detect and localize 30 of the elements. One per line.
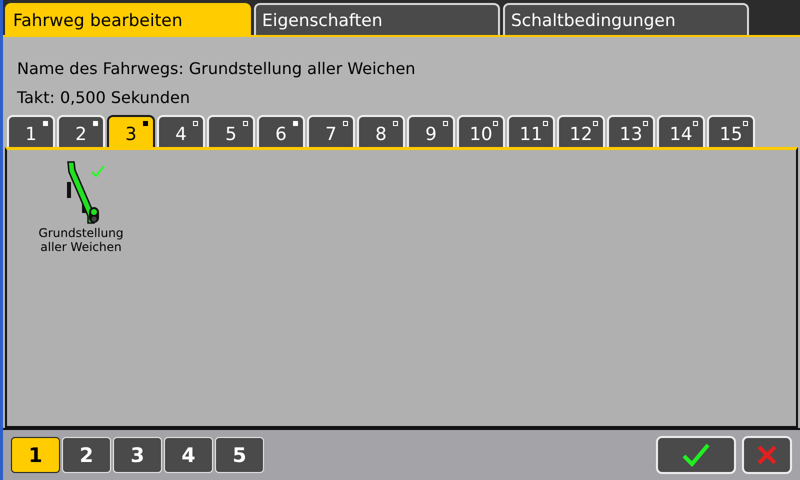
page-button[interactable]: 3 xyxy=(113,437,162,473)
page-tab[interactable]: 4 xyxy=(157,115,205,147)
page-tab[interactable]: 13 xyxy=(607,115,655,147)
page-tab[interactable]: 6 xyxy=(257,115,305,147)
page-tab[interactable]: 8 xyxy=(357,115,405,147)
page-tab[interactable]: 5 xyxy=(207,115,255,147)
page-button[interactable]: 2 xyxy=(62,437,111,473)
page-tab[interactable]: 15 xyxy=(707,115,755,147)
main-tab[interactable]: Schaltbedingungen xyxy=(503,3,749,35)
cancel-button[interactable] xyxy=(742,436,792,474)
main-tab[interactable]: Fahrweg bearbeiten xyxy=(5,3,251,35)
page-tab[interactable]: 2 xyxy=(57,115,105,147)
page-tab[interactable]: 12 xyxy=(557,115,605,147)
page-tab[interactable]: 7 xyxy=(307,115,355,147)
page-tab[interactable]: 11 xyxy=(507,115,555,147)
page-tab[interactable]: 1 xyxy=(7,115,55,147)
page-button[interactable]: 4 xyxy=(164,437,213,473)
close-icon xyxy=(756,444,778,466)
route-label: Grundstellung aller Weichen xyxy=(38,226,124,254)
clock-text: Takt: 0,500 Sekunden xyxy=(17,88,192,107)
page-button[interactable]: 5 xyxy=(215,437,264,473)
check-icon xyxy=(681,442,711,468)
page-tab[interactable]: 10 xyxy=(457,115,505,147)
page-tab[interactable]: 14 xyxy=(657,115,705,147)
page-button[interactable]: 1 xyxy=(11,437,60,473)
page-tab[interactable]: 9 xyxy=(407,115,455,147)
page-tab[interactable]: 3 xyxy=(107,115,155,147)
main-tab[interactable]: Eigenschaften xyxy=(254,3,500,35)
confirm-button[interactable] xyxy=(656,436,736,474)
route-name-text: Name des Fahrwegs: Grundstellung aller Weichen xyxy=(17,59,416,78)
